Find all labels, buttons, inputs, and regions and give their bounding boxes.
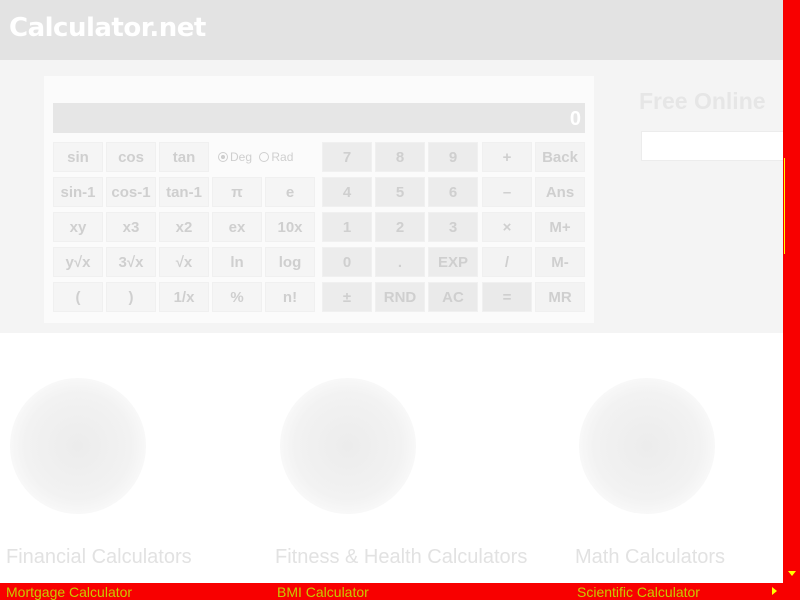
times-button[interactable]: × <box>482 212 532 242</box>
memory-minus-button[interactable]: M- <box>535 247 585 277</box>
scientific-calculator-link[interactable]: Scientific Calculator <box>577 584 700 600</box>
cube-root-button[interactable]: 3√x <box>106 247 156 277</box>
memory-plus-button[interactable]: M+ <box>535 212 585 242</box>
search-input[interactable] <box>641 131 786 161</box>
site-logo[interactable]: Calculator.net <box>9 13 206 43</box>
cube-button[interactable]: x3 <box>106 212 156 242</box>
site-header: Calculator.net <box>0 0 783 60</box>
key-1[interactable]: 1 <box>322 212 372 242</box>
key-3[interactable]: 3 <box>428 212 478 242</box>
key-2[interactable]: 2 <box>375 212 425 242</box>
power-button[interactable]: xy <box>53 212 103 242</box>
deg-label: Deg <box>230 150 253 164</box>
root-y-button[interactable]: y√x <box>53 247 103 277</box>
acos-label: cos-1 <box>111 184 151 201</box>
calculator-display: 0 <box>53 103 585 133</box>
acos-button[interactable]: cos-1 <box>106 177 156 207</box>
square-label: x2 <box>175 219 193 236</box>
ln-button[interactable]: ln <box>212 247 262 277</box>
e-button[interactable]: e <box>265 177 315 207</box>
sin-button[interactable]: sin <box>53 142 103 172</box>
bmi-calculator-link[interactable]: BMI Calculator <box>277 584 369 600</box>
log-button[interactable]: log <box>265 247 315 277</box>
key-8[interactable]: 8 <box>375 142 425 172</box>
exp-button[interactable]: EXP <box>428 247 478 277</box>
cube-root-label: 3√x <box>118 254 144 271</box>
percent-button[interactable]: % <box>212 282 262 312</box>
sqrt-button[interactable]: √x <box>159 247 209 277</box>
paren-open-button[interactable]: ( <box>53 282 103 312</box>
free-online-heading: Free Online <box>639 88 766 114</box>
atan-label: tan-1 <box>166 184 202 201</box>
fitness-category-image[interactable] <box>280 378 416 514</box>
paren-close-button[interactable]: ) <box>106 282 156 312</box>
fitness-calculators-link[interactable]: Fitness & Health Calculators <box>275 546 527 569</box>
exp-e-button[interactable]: ex <box>212 212 262 242</box>
tan-button[interactable]: tan <box>159 142 209 172</box>
key-4[interactable]: 4 <box>322 177 372 207</box>
asin-label: sin-1 <box>60 184 96 201</box>
mortgage-calculator-link[interactable]: Mortgage Calculator <box>6 584 132 600</box>
equals-button[interactable]: = <box>482 282 532 312</box>
power-label: xy <box>69 219 87 236</box>
key-9[interactable]: 9 <box>428 142 478 172</box>
key-6[interactable]: 6 <box>428 177 478 207</box>
key-7[interactable]: 7 <box>322 142 372 172</box>
financial-category-image[interactable] <box>10 378 146 514</box>
cube-label: x3 <box>122 219 140 236</box>
pow10-button[interactable]: 10x <box>265 212 315 242</box>
factorial-button[interactable]: n! <box>265 282 315 312</box>
vertical-scrollbar[interactable] <box>783 0 800 600</box>
scroll-down-arrow-icon[interactable] <box>788 571 796 576</box>
divide-button[interactable]: / <box>482 247 532 277</box>
random-button[interactable]: RND <box>375 282 425 312</box>
math-calculators-link[interactable]: Math Calculators <box>575 546 725 569</box>
pi-button[interactable]: π <box>212 177 262 207</box>
scroll-right-arrow-icon[interactable] <box>772 587 777 595</box>
plus-minus-button[interactable]: ± <box>322 282 372 312</box>
ans-button[interactable]: Ans <box>535 177 585 207</box>
rad-radio[interactable] <box>259 152 270 162</box>
key-5[interactable]: 5 <box>375 177 425 207</box>
financial-calculators-link[interactable]: Financial Calculators <box>6 546 192 569</box>
exp-e-label: ex <box>228 219 246 236</box>
asin-button[interactable]: sin-1 <box>53 177 103 207</box>
plus-button[interactable]: + <box>482 142 532 172</box>
angle-mode-radios: Deg Rad <box>218 150 293 164</box>
root-y-label: y√x <box>65 254 91 271</box>
scrollbar-thumb[interactable] <box>784 158 799 254</box>
minus-button[interactable]: – <box>482 177 532 207</box>
cos-button[interactable]: cos <box>106 142 156 172</box>
memory-recall-button[interactable]: MR <box>535 282 585 312</box>
rad-label: Rad <box>271 150 294 164</box>
reciprocal-button[interactable]: 1/x <box>159 282 209 312</box>
key-0[interactable]: 0 <box>322 247 372 277</box>
all-clear-button[interactable]: AC <box>428 282 478 312</box>
math-category-image[interactable] <box>579 378 715 514</box>
square-button[interactable]: x2 <box>159 212 209 242</box>
back-button[interactable]: Back <box>535 142 585 172</box>
decimal-button[interactable]: . <box>375 247 425 277</box>
pow10-label: 10x <box>277 219 303 236</box>
atan-button[interactable]: tan-1 <box>159 177 209 207</box>
deg-radio[interactable] <box>218 152 228 162</box>
